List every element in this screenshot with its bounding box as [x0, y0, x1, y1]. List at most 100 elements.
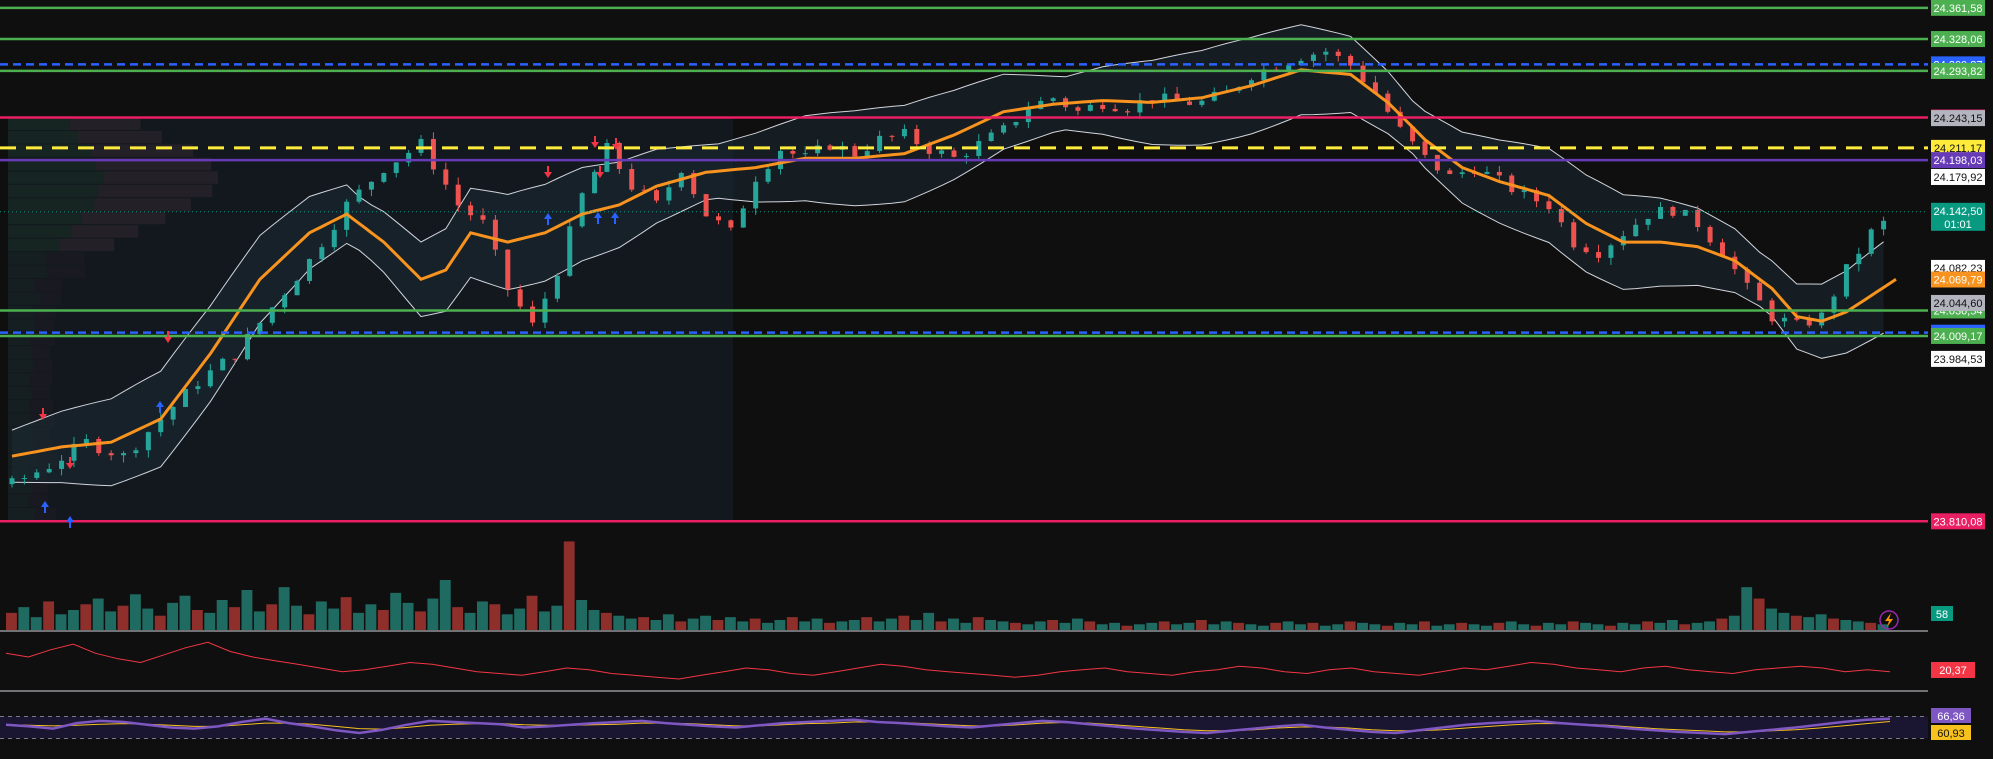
candle [939, 150, 945, 154]
volume-bar [365, 604, 377, 630]
volume-bar [762, 622, 773, 630]
volume-bar [935, 621, 947, 630]
candle [629, 169, 635, 190]
volume-bar [712, 620, 724, 630]
volume-bar [724, 617, 736, 630]
volume-bar [1084, 621, 1096, 630]
candle [1583, 247, 1589, 253]
candle [220, 358, 226, 371]
volume-bar [1047, 620, 1059, 630]
volume-bar [1654, 622, 1666, 630]
candle [1868, 229, 1874, 254]
candle [9, 478, 15, 485]
volume-bar [824, 622, 835, 630]
volume-bar [390, 592, 402, 630]
volume-bar [1468, 624, 1480, 630]
volume-bar [1629, 624, 1641, 630]
volume-bar [960, 622, 972, 630]
candle [1682, 209, 1688, 216]
volume-bar [1071, 618, 1083, 630]
candle [1025, 109, 1031, 123]
countdown-label: 01:01 [1944, 219, 1972, 231]
volume-bar [1096, 624, 1108, 630]
volume-bar [80, 604, 92, 630]
rsi-tag: 66,36 [1937, 711, 1965, 723]
price-axis-label: 24.069,79 [1934, 275, 1983, 287]
volume-bar [1542, 622, 1554, 630]
candle [1360, 65, 1366, 83]
candle [530, 306, 536, 323]
volume-bar [1158, 621, 1170, 630]
candle [443, 169, 449, 185]
candle [455, 184, 461, 206]
volume-bar [1022, 624, 1034, 630]
candle [331, 229, 337, 248]
volume-bar [1679, 624, 1691, 630]
volume-bar [910, 620, 922, 630]
candle [207, 370, 213, 387]
candle [430, 139, 436, 170]
candle [34, 472, 40, 478]
candle [59, 460, 65, 469]
volume-bar [501, 614, 513, 630]
volume-bar [1307, 622, 1319, 630]
volume-bar [167, 602, 179, 630]
volume-bar [1034, 621, 1046, 630]
candle [1496, 171, 1502, 176]
candle [96, 439, 102, 454]
volume-bar [1394, 622, 1406, 630]
candle [877, 135, 883, 152]
volume-bar [1642, 621, 1653, 630]
volume-bar [576, 600, 588, 630]
volume-bar [154, 615, 166, 630]
volume-bar [1778, 612, 1790, 630]
volume-bar [948, 618, 959, 630]
volume-bar [204, 612, 216, 630]
candle [1645, 218, 1651, 225]
candle [827, 145, 833, 150]
candle [418, 139, 424, 153]
volume-bar [1406, 624, 1418, 630]
volume-bar [923, 612, 935, 630]
volume-bar [1865, 622, 1877, 630]
volume-bar [1109, 622, 1121, 630]
volume-bar [563, 541, 575, 630]
volume-bar [687, 618, 699, 630]
volume-bar [898, 615, 910, 630]
volume-bar [1059, 622, 1071, 630]
volume-bar [997, 621, 1009, 630]
volume-bar [1704, 621, 1715, 630]
price-axis-label: 23.984,53 [1934, 354, 1983, 366]
volume-bar [67, 610, 79, 630]
volume-bar [489, 604, 501, 630]
candle [492, 219, 498, 250]
volume-bar [675, 621, 687, 630]
candle [517, 289, 523, 307]
volume-bar [340, 597, 352, 630]
candle [728, 220, 734, 228]
volume-bar [216, 600, 228, 630]
volume-bar [886, 618, 897, 630]
candle [46, 468, 52, 473]
candle [790, 150, 796, 154]
candle [716, 216, 721, 221]
volume-bar [1753, 598, 1765, 630]
candle [1546, 201, 1552, 210]
candle [951, 150, 957, 157]
volume-bar [625, 618, 637, 630]
volume-bar [1146, 622, 1158, 630]
candle [1087, 104, 1093, 111]
candle [1112, 108, 1118, 112]
volume-bar [1567, 621, 1579, 630]
candle [505, 249, 511, 290]
volume-bar [291, 605, 302, 630]
volume-bar [1580, 622, 1592, 630]
trading-chart[interactable]: 58 20,37 66,36 60,93 24.361,58 24.328,06 24… [0, 0, 1993, 759]
volume-bar [105, 611, 117, 630]
candle [740, 208, 746, 228]
candle [1013, 122, 1019, 126]
candle [592, 171, 598, 194]
volume-bar [972, 617, 984, 630]
candle [282, 295, 288, 308]
candle [1050, 98, 1056, 101]
